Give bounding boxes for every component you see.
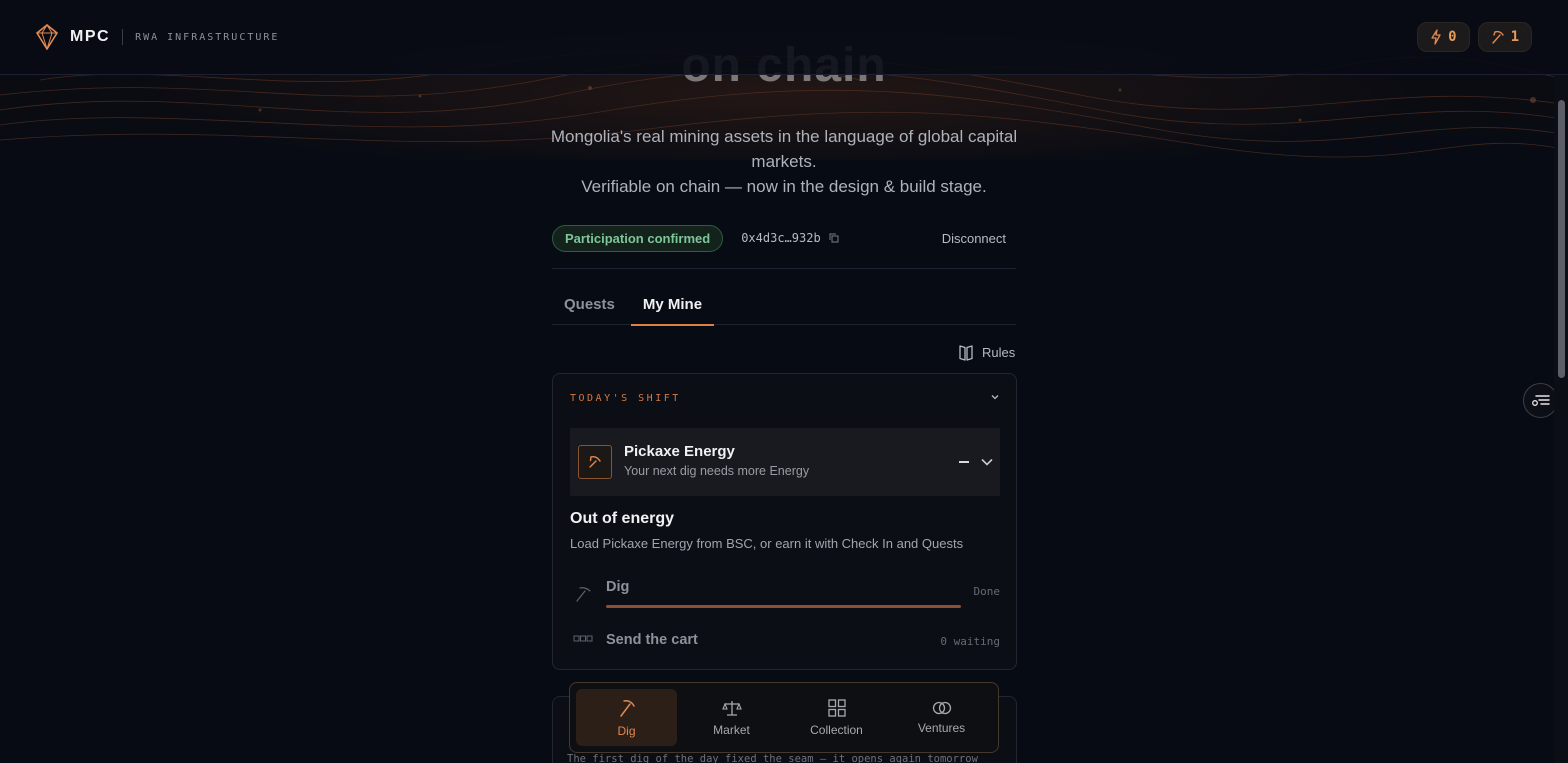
dig-status: Done [973, 585, 1001, 598]
nav-market[interactable]: Market [681, 689, 782, 746]
shift-title: TODAY'S SHIFT [570, 393, 681, 404]
todays-shift-card: TODAY'S SHIFT Pickaxe Energy Your next d… [552, 373, 1017, 670]
pickaxe-icon [1491, 30, 1504, 44]
chevron-down-icon[interactable] [990, 392, 1000, 402]
pickaxe-icon [619, 699, 635, 717]
wallet-address[interactable]: 0x4d3c…932b [741, 231, 839, 245]
rules-button[interactable]: Rules [958, 344, 1015, 361]
wallet-address-text: 0x4d3c…932b [741, 231, 821, 245]
brand[interactable]: MPC RWA INFRASTRUCTURE [36, 24, 279, 50]
nav-collection[interactable]: Collection [786, 689, 887, 746]
scrollbar-thumb[interactable] [1558, 100, 1565, 378]
tab-my-mine[interactable]: My Mine [630, 285, 715, 326]
rings-icon [932, 701, 951, 714]
list-filter-icon [1531, 394, 1550, 406]
cart-label: Send the cart [606, 632, 698, 648]
disconnect-button[interactable]: Disconnect [942, 231, 1006, 246]
divider [552, 268, 1016, 269]
status-badge: Participation confirmed [552, 224, 724, 252]
nav-ventures[interactable]: Ventures [891, 689, 992, 746]
pickaxe-count: 1 [1510, 29, 1519, 45]
nav-collection-label: Collection [810, 722, 863, 737]
account-row: Participation confirmed 0x4d3c…932b Disc… [552, 224, 1016, 252]
dig-step: Dig Done [570, 577, 1000, 609]
brand-tagline: RWA INFRASTRUCTURE [135, 31, 280, 43]
nav-market-label: Market [713, 722, 750, 737]
tab-bar: Quests My Mine [552, 285, 1016, 326]
next-card-text: The first dig of the day fixed the seam … [567, 753, 978, 763]
energy-subtitle: Your next dig needs more Energy [624, 464, 810, 478]
grid-icon [827, 698, 846, 717]
out-of-energy-title: Out of energy [570, 510, 675, 527]
nav-dig[interactable]: Dig [576, 689, 677, 746]
pickaxe-balance-pill[interactable]: 1 [1477, 22, 1532, 52]
cart-status: 0 waiting [940, 635, 1000, 648]
book-icon [959, 345, 973, 361]
chevron-down-icon[interactable] [980, 455, 994, 469]
cart-step: Send the cart 0 waiting [570, 631, 1000, 653]
scale-icon [721, 700, 742, 716]
copy-icon[interactable] [829, 233, 839, 243]
energy-title: Pickaxe Energy [624, 443, 735, 460]
energy-balance-pill[interactable]: 0 [1417, 22, 1470, 52]
nav-ventures-label: Ventures [917, 720, 966, 735]
diamond-logo-icon [36, 24, 58, 50]
lightning-icon [1431, 29, 1441, 45]
side-menu-button[interactable] [1523, 383, 1558, 418]
tab-quests[interactable]: Quests [552, 285, 627, 325]
nav-dig-label: Dig [617, 723, 636, 738]
energy-value-dash [959, 461, 969, 463]
cart-icon [573, 635, 593, 642]
energy-count: 0 [1448, 29, 1457, 45]
dig-label: Dig [606, 579, 630, 595]
top-navigation-bar: MPC RWA INFRASTRUCTURE 0 1 [0, 0, 1568, 75]
hero-subtitle: Mongolia's real mining assets in the lan… [544, 124, 1024, 199]
brand-name: MPC [70, 28, 111, 45]
hero-subtitle-line2: Verifiable on chain — now in the design … [581, 177, 987, 196]
brand-separator [122, 29, 124, 45]
pickaxe-icon [576, 587, 591, 602]
out-of-energy-subtitle: Load Pickaxe Energy from BSC, or earn it… [570, 536, 964, 551]
rules-label: Rules [982, 345, 1016, 360]
pickaxe-icon [578, 445, 612, 479]
hero-subtitle-line1: Mongolia's real mining assets in the lan… [550, 127, 1018, 171]
dig-progress-bar [606, 605, 961, 608]
pickaxe-energy-panel[interactable]: Pickaxe Energy Your next dig needs more … [570, 428, 1000, 496]
bottom-navigation: Dig Market Collection Ventures [569, 682, 999, 753]
